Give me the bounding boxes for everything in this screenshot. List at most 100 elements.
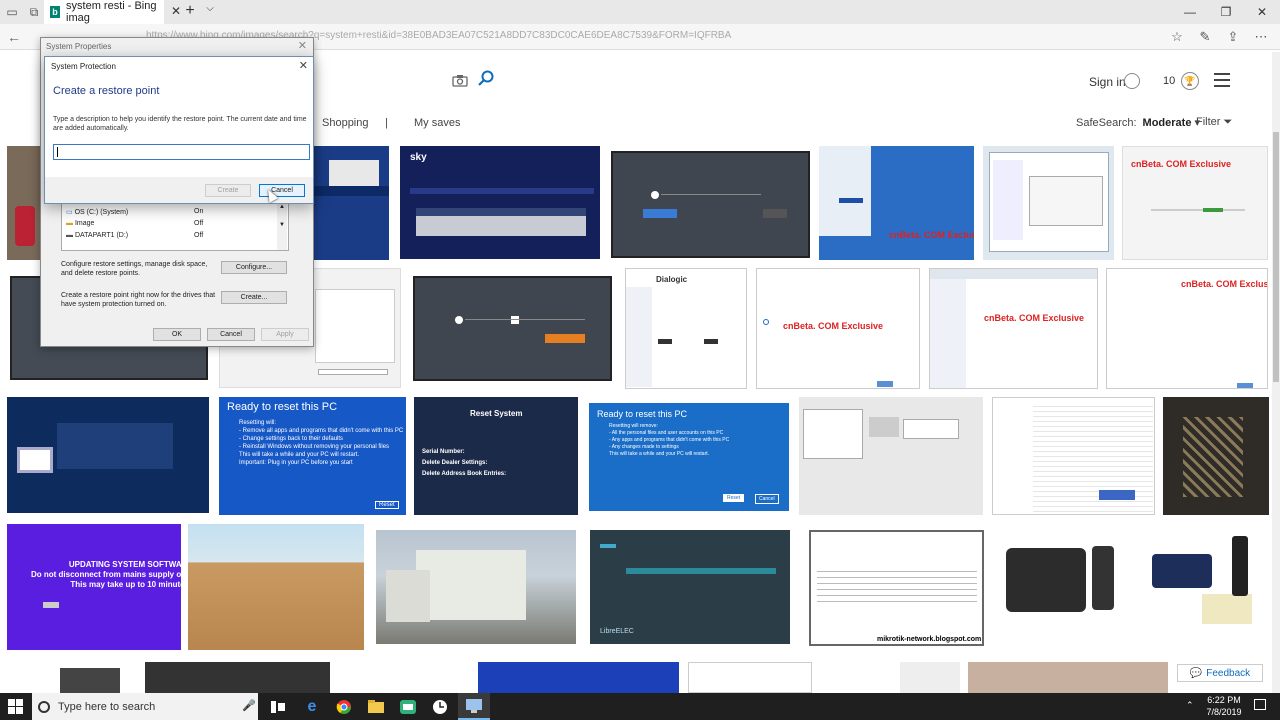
image-result[interactable]: cnBeta. COM Exclusive [929,268,1098,389]
task-view-icon[interactable] [262,693,294,720]
rewards-count[interactable]: 10 [1163,75,1175,87]
drive-row[interactable]: ▭ OS (C:) (System) On [66,208,286,219]
image-result[interactable] [7,397,209,513]
browser-tab-bar: ▭ ⧉ b system resti - Bing imag ✕ + ⌵ — ❐… [0,0,1280,24]
taskbar-clock[interactable]: 6:22 PM 7/8/2019 [1198,694,1250,718]
close-icon[interactable]: ✕ [299,59,308,72]
new-tab-button[interactable]: + [180,2,200,22]
image-result[interactable] [188,524,364,650]
watermark: cnBeta. COM Exclusive [889,230,974,240]
image-result[interactable] [992,397,1155,515]
tray-chevron-up-icon[interactable]: ⌃ [1186,700,1194,711]
file-explorer-icon[interactable] [360,693,392,720]
image-result[interactable]: UPDATING SYSTEM SOFTWARE Do not disconne… [7,524,181,650]
image-result[interactable] [7,146,41,260]
share-icon[interactable]: ⇪ [1222,27,1244,47]
back-icon[interactable]: ← [4,27,24,47]
configure-description: Configure restore settings, manage disk … [61,261,208,277]
action-center-icon[interactable] [1254,699,1266,710]
drive-row[interactable]: ▬ DATAPART1 (D:) Off [66,232,286,243]
image-result[interactable] [478,662,679,693]
browser-tab[interactable]: b system resti - Bing imag [44,0,164,24]
image-result[interactable] [996,524,1133,650]
image-result[interactable] [1163,397,1269,515]
image-result[interactable] [983,146,1114,260]
image-result[interactable] [900,662,960,693]
restore-point-description-input[interactable] [53,144,310,160]
image-result[interactable] [313,146,389,260]
configure-button[interactable]: Configure... [221,261,287,274]
create-button[interactable]: Create [205,184,251,197]
image-result[interactable] [376,530,576,644]
tab-title: system resti - Bing imag [66,0,157,24]
image-result[interactable]: cnBeta. COM Exclusive [1122,146,1268,260]
ok-button[interactable]: OK [153,328,201,341]
image-result[interactable]: Reset System Serial Number: Delete Deale… [414,397,578,515]
image-result[interactable] [968,662,1168,693]
watermark: cnBeta. COM Exclusive [1131,159,1232,169]
cancel-button[interactable]: Cancel [207,328,255,341]
app-icon[interactable] [392,693,424,720]
drive-row[interactable]: ▬ Image Off [66,220,286,231]
dialog-heading: Create a restore point [53,85,160,97]
close-window-icon[interactable]: ✕ [1244,0,1280,24]
image-result[interactable] [611,151,810,258]
sign-in-link[interactable]: Sign in [1089,75,1126,89]
image-result[interactable]: cnBeta. COM Exclusive [756,268,920,389]
image-result[interactable] [1142,524,1269,650]
safesearch-dropdown[interactable]: SafeSearch: Moderate ▾ [1076,116,1200,129]
set-aside-tabs-icon[interactable]: ▭ [0,0,24,24]
restore-icon[interactable]: ❐ [1208,0,1244,24]
feedback-button[interactable]: 💬 Feedback [1177,664,1263,682]
safesearch-label: SafeSearch: [1076,117,1137,129]
thumb-body: Resetting will remove: - All the persona… [609,423,730,457]
image-result[interactable]: Ready to reset this PC Resetting will: -… [219,397,406,515]
search-icon[interactable] [476,70,496,90]
image-result[interactable]: cnBeta. COM Exclusive [1106,268,1268,389]
image-result[interactable]: mikrotik-network.blogspot.com [809,530,984,646]
filter-button[interactable]: Filter ⏷ [1196,116,1232,129]
image-result[interactable]: Ready to reset this PC Resetting will re… [589,403,789,511]
clock-app-icon[interactable] [424,693,456,720]
list-scrollbar[interactable]: ▲ ▼ [277,204,287,250]
drive-name: DATAPART1 (D:) [74,232,129,239]
taskbar-search-box[interactable]: Type here to search [32,693,258,720]
page-scrollbar[interactable] [1272,52,1280,693]
scrollbar-thumb[interactable] [1273,132,1279,382]
more-icon[interactable]: ⋯ [1250,27,1272,47]
chrome-icon[interactable] [328,693,360,720]
image-result[interactable]: cnBeta. COM Exclusive [819,146,974,260]
image-result[interactable] [413,276,612,381]
favorite-star-icon[interactable]: ☆ [1166,27,1188,47]
dialog-description: Type a description to help you identify … [53,116,307,132]
microphone-icon[interactable]: 🎤 [242,699,256,712]
image-result[interactable] [799,397,983,515]
edge-icon[interactable]: e [296,693,328,720]
camera-search-icon[interactable] [452,74,468,88]
create-restore-button[interactable]: Create... [221,291,287,304]
apply-button[interactable]: Apply [261,328,309,341]
bing-favicon-icon: b [50,6,61,18]
image-result[interactable] [145,662,330,693]
image-result[interactable]: LibreELEC [590,530,790,644]
system-properties-taskbar-icon[interactable] [458,693,490,720]
hamburger-menu-icon[interactable] [1214,73,1230,87]
image-result[interactable]: Dialogic [625,268,747,389]
nav-shopping[interactable]: Shopping [322,117,369,129]
tab-list-chevron-icon[interactable]: ⌵ [202,3,218,21]
nav-my-saves[interactable]: My saves [414,117,460,129]
rewards-trophy-icon[interactable]: 🏆 [1181,72,1199,90]
create-description: Create a restore point right now for the… [61,292,216,308]
image-result[interactable]: sky [400,146,600,259]
user-icon[interactable] [1124,73,1140,89]
chat-bubble-icon: 💬 [1189,667,1203,679]
pen-icon[interactable]: ✎ [1194,27,1216,47]
windows-start-icon[interactable] [8,699,23,714]
tab-preview-icon[interactable]: ⧉ [22,0,46,24]
image-result[interactable] [688,662,812,693]
drives-list[interactable]: ▭ OS (C:) (System) On ▬ Image Off ▬ DATA… [61,201,289,251]
close-icon[interactable]: ✕ [298,39,307,52]
image-result[interactable] [60,668,120,693]
minimize-icon[interactable]: — [1172,0,1208,24]
drive-protection: On [194,208,204,215]
